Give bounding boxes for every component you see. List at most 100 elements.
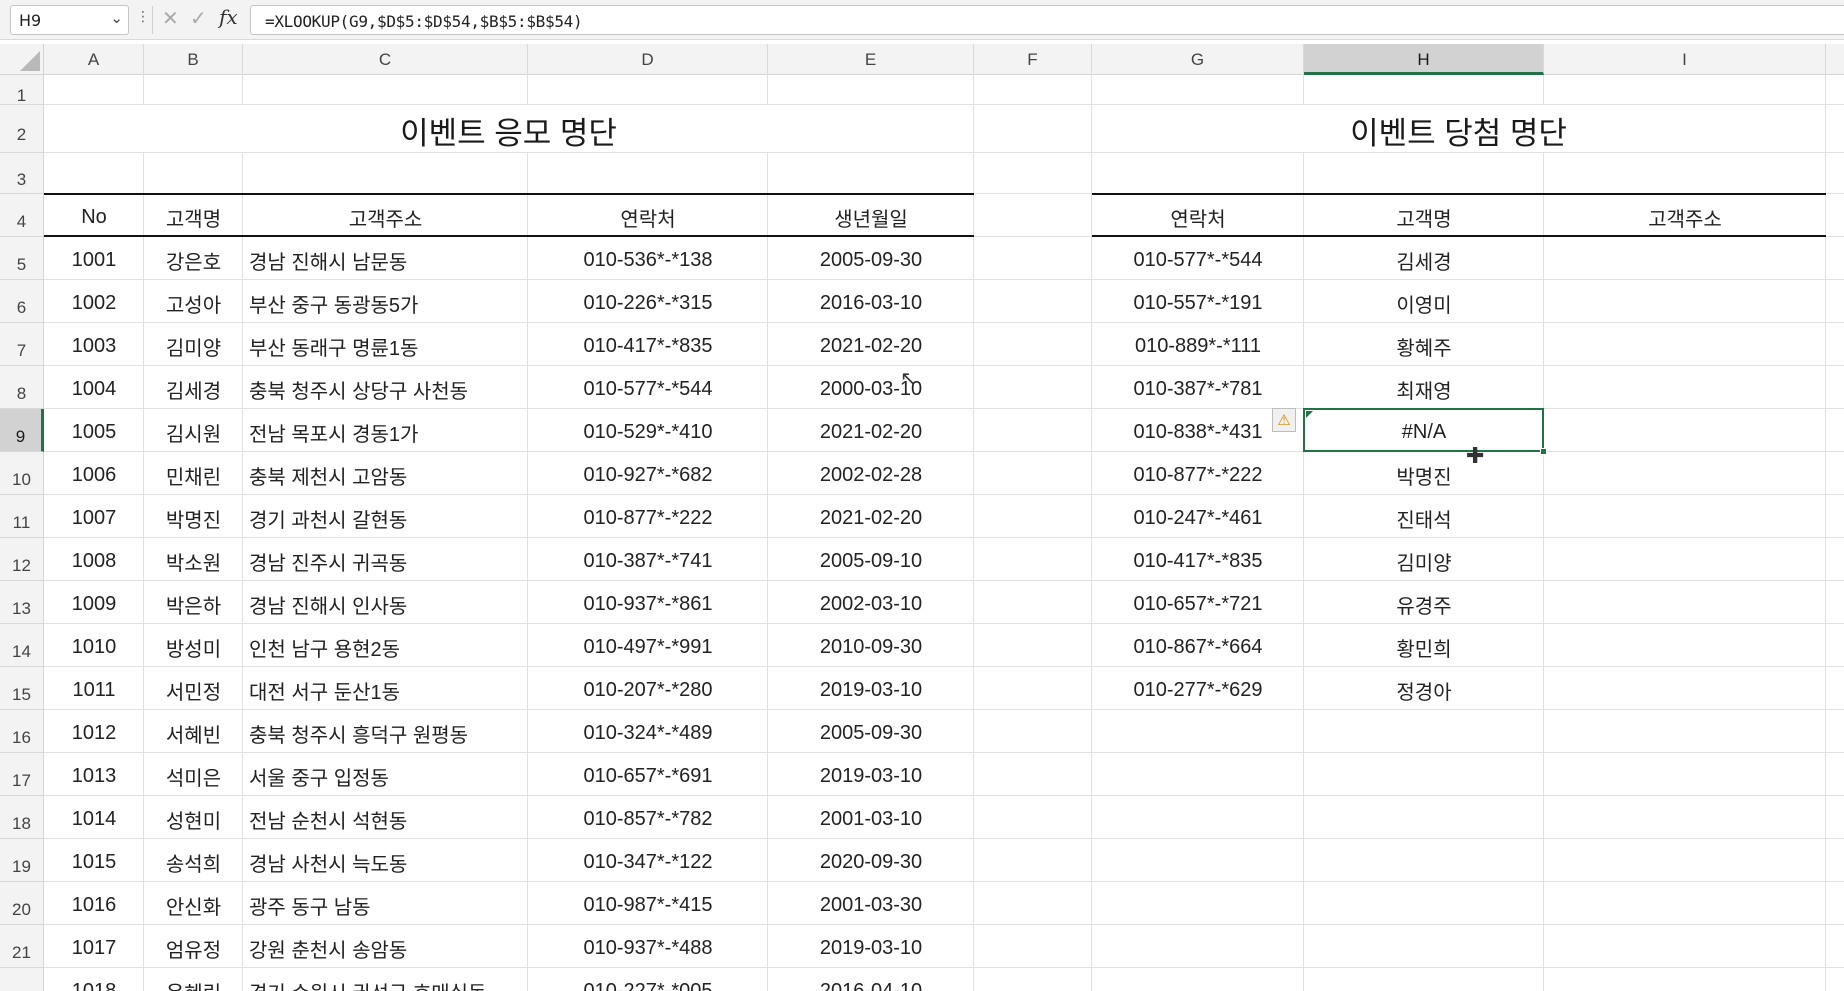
name-box-value: H9 [19,11,42,30]
left-table-cell: 전남 순천시 석현동 [249,810,408,833]
more-dots-icon[interactable]: ⋮ [136,9,150,25]
column-header-c[interactable]: C [243,44,528,75]
column-header-b[interactable]: B [144,44,243,75]
row-header[interactable]: 19 [0,839,43,882]
left-table-cell: 2021-02-20 [819,334,923,357]
row-header[interactable]: 1 [0,75,43,105]
right-table-top-border [1092,193,1826,195]
column-header-d[interactable]: D [528,44,768,75]
row-header[interactable]: 14 [0,624,43,667]
row-header[interactable]: 13 [0,581,43,624]
name-box[interactable]: H9 ⌄ [10,5,129,35]
left-table-cell: 2002-03-10 [819,592,923,615]
left-table-cell: 1016 [71,893,117,916]
left-table-header-cell: 고객주소 [348,208,423,231]
left-table-cell: 안신화 [165,896,222,919]
left-table-cell: 1002 [71,291,117,314]
left-table-cell: 2019-03-10 [819,764,923,787]
worksheet-grid: ABCDEFGHI 1 2 3 4 5 6 7 8 9 10 11 12 13 14 15 16 17 18 19 2… [0,44,1844,991]
row-header[interactable]: 21 [0,925,43,968]
active-cell-selection[interactable] [1303,408,1544,452]
row-header[interactable]: 2 [0,105,43,153]
left-table-cell: 2019-03-10 [819,678,923,701]
row-header[interactable]: 5 [0,237,43,280]
column-header-f[interactable]: F [974,44,1092,75]
left-table-cell: 1005 [71,420,117,443]
left-table-cell: 1017 [71,936,117,959]
row-header[interactable]: 16 [0,710,43,753]
left-table-cell: 1015 [71,850,117,873]
left-table-cell: 송석희 [165,853,222,876]
left-table-cell: 서혜빈 [165,724,222,747]
left-table-header-cell: 연락처 [620,208,676,231]
formula-text[interactable]: =XLOOKUP(G9,$D$5:$D$54,$B$5:$B$54) [265,12,583,31]
row-header[interactable]: 20 [0,882,43,925]
left-table-cell: 010-347*-*122 [583,850,713,873]
left-table-cell: 1010 [71,635,117,658]
row-header[interactable]: 12 [0,538,43,581]
enter-icon[interactable]: ✓ [190,6,207,30]
column-header-g[interactable]: G [1092,44,1304,75]
right-table-cell: 유경주 [1396,595,1452,618]
row-header[interactable]: 15 [0,667,43,710]
row-header[interactable]: 11 [0,495,43,538]
column-header-i[interactable]: I [1544,44,1826,75]
left-table-cell: 윤혜린 [144,968,243,991]
left-table-cell: 010-987*-*415 [583,893,713,916]
left-table-cell: 강은호 [165,251,222,274]
left-table-cell: 충북 청주시 흥덕구 원평동 [249,724,469,747]
row-header[interactable]: 8 [0,366,43,409]
right-table-cell: 정경아 [1396,681,1452,704]
right-table-cell: 010-557*-*191 [1133,291,1263,314]
left-table-cell: 2020-09-30 [819,850,923,873]
right-table-cell: 김미양 [1396,552,1452,575]
left-table-cell: 010-324*-*489 [583,721,713,744]
column-header-e[interactable]: E [768,44,974,75]
left-table-cell: 2019-03-10 [819,936,923,959]
formula-bar: H9 ⌄ ⋮ ✕ ✓ fx =XLOOKUP(G9,$D$5:$D$54,$B$… [0,0,1844,40]
left-table-cell: 2001-03-10 [819,807,923,830]
left-table-cell: 1013 [71,764,117,787]
row-header[interactable]: 7 [0,323,43,366]
right-table-cell: 010-889*-*111 [1134,334,1262,357]
left-table-cell: 엄유정 [165,939,222,962]
fx-icon[interactable]: fx [219,5,238,29]
row-header[interactable]: 4 [0,194,43,237]
left-table-cell: 인천 남구 용현2동 [249,638,401,661]
left-table-cell: 010-857*-*782 [583,807,713,830]
row-header[interactable] [0,968,43,991]
warning-icon[interactable]: ⚠ [1272,408,1296,432]
row-header[interactable]: 9 [0,409,44,452]
row-header[interactable]: 10 [0,452,43,495]
cancel-icon[interactable]: ✕ [162,6,179,30]
left-table-cell: 2001-03-30 [819,893,923,916]
right-table-cell: 박명진 [1396,466,1452,489]
left-table-cell: 경남 진해시 인사동 [249,595,408,618]
formula-input[interactable]: =XLOOKUP(G9,$D$5:$D$54,$B$5:$B$54) [250,5,1844,35]
fill-handle[interactable] [1540,448,1547,455]
right-table-cell: 이영미 [1396,294,1452,317]
left-table-cell: 010-226*-*315 [583,291,713,314]
right-table-cell: 010-387*-*781 [1133,377,1263,400]
column-header-h[interactable]: H [1304,44,1544,75]
error-indicator-icon [1306,411,1313,418]
left-table-cell: 010-536*-*138 [583,248,713,271]
left-table-cell: 김시원 [165,423,222,446]
left-table-header-cell: 생년월일 [834,208,908,231]
left-table-cell: 박명진 [165,509,222,532]
left-table-cell: 경남 진주시 귀곡동 [249,552,408,575]
row-header[interactable]: 6 [0,280,43,323]
left-table-cell: 1007 [71,506,117,529]
left-table-cell: 1004 [71,377,117,400]
column-header-a[interactable]: A [44,44,144,75]
select-all-button[interactable] [0,44,44,75]
row-header[interactable]: 17 [0,753,43,796]
cell-area[interactable]: 이벤트 응모 명단 이벤트 당첨 명단 No 고객명 고객주소 연락처 생년월일 연락처 고객명… [44,75,1844,991]
left-table-header-cell: 고객명 [165,208,222,231]
left-table-cell: 고성아 [165,294,222,317]
row-header[interactable]: 3 [0,153,43,194]
left-table-cell: 2000-03-10 [819,377,923,400]
chevron-down-icon[interactable]: ⌄ [110,9,123,27]
row-header[interactable]: 18 [0,796,43,839]
left-table-cell: 010-577*-*544 [583,377,713,400]
